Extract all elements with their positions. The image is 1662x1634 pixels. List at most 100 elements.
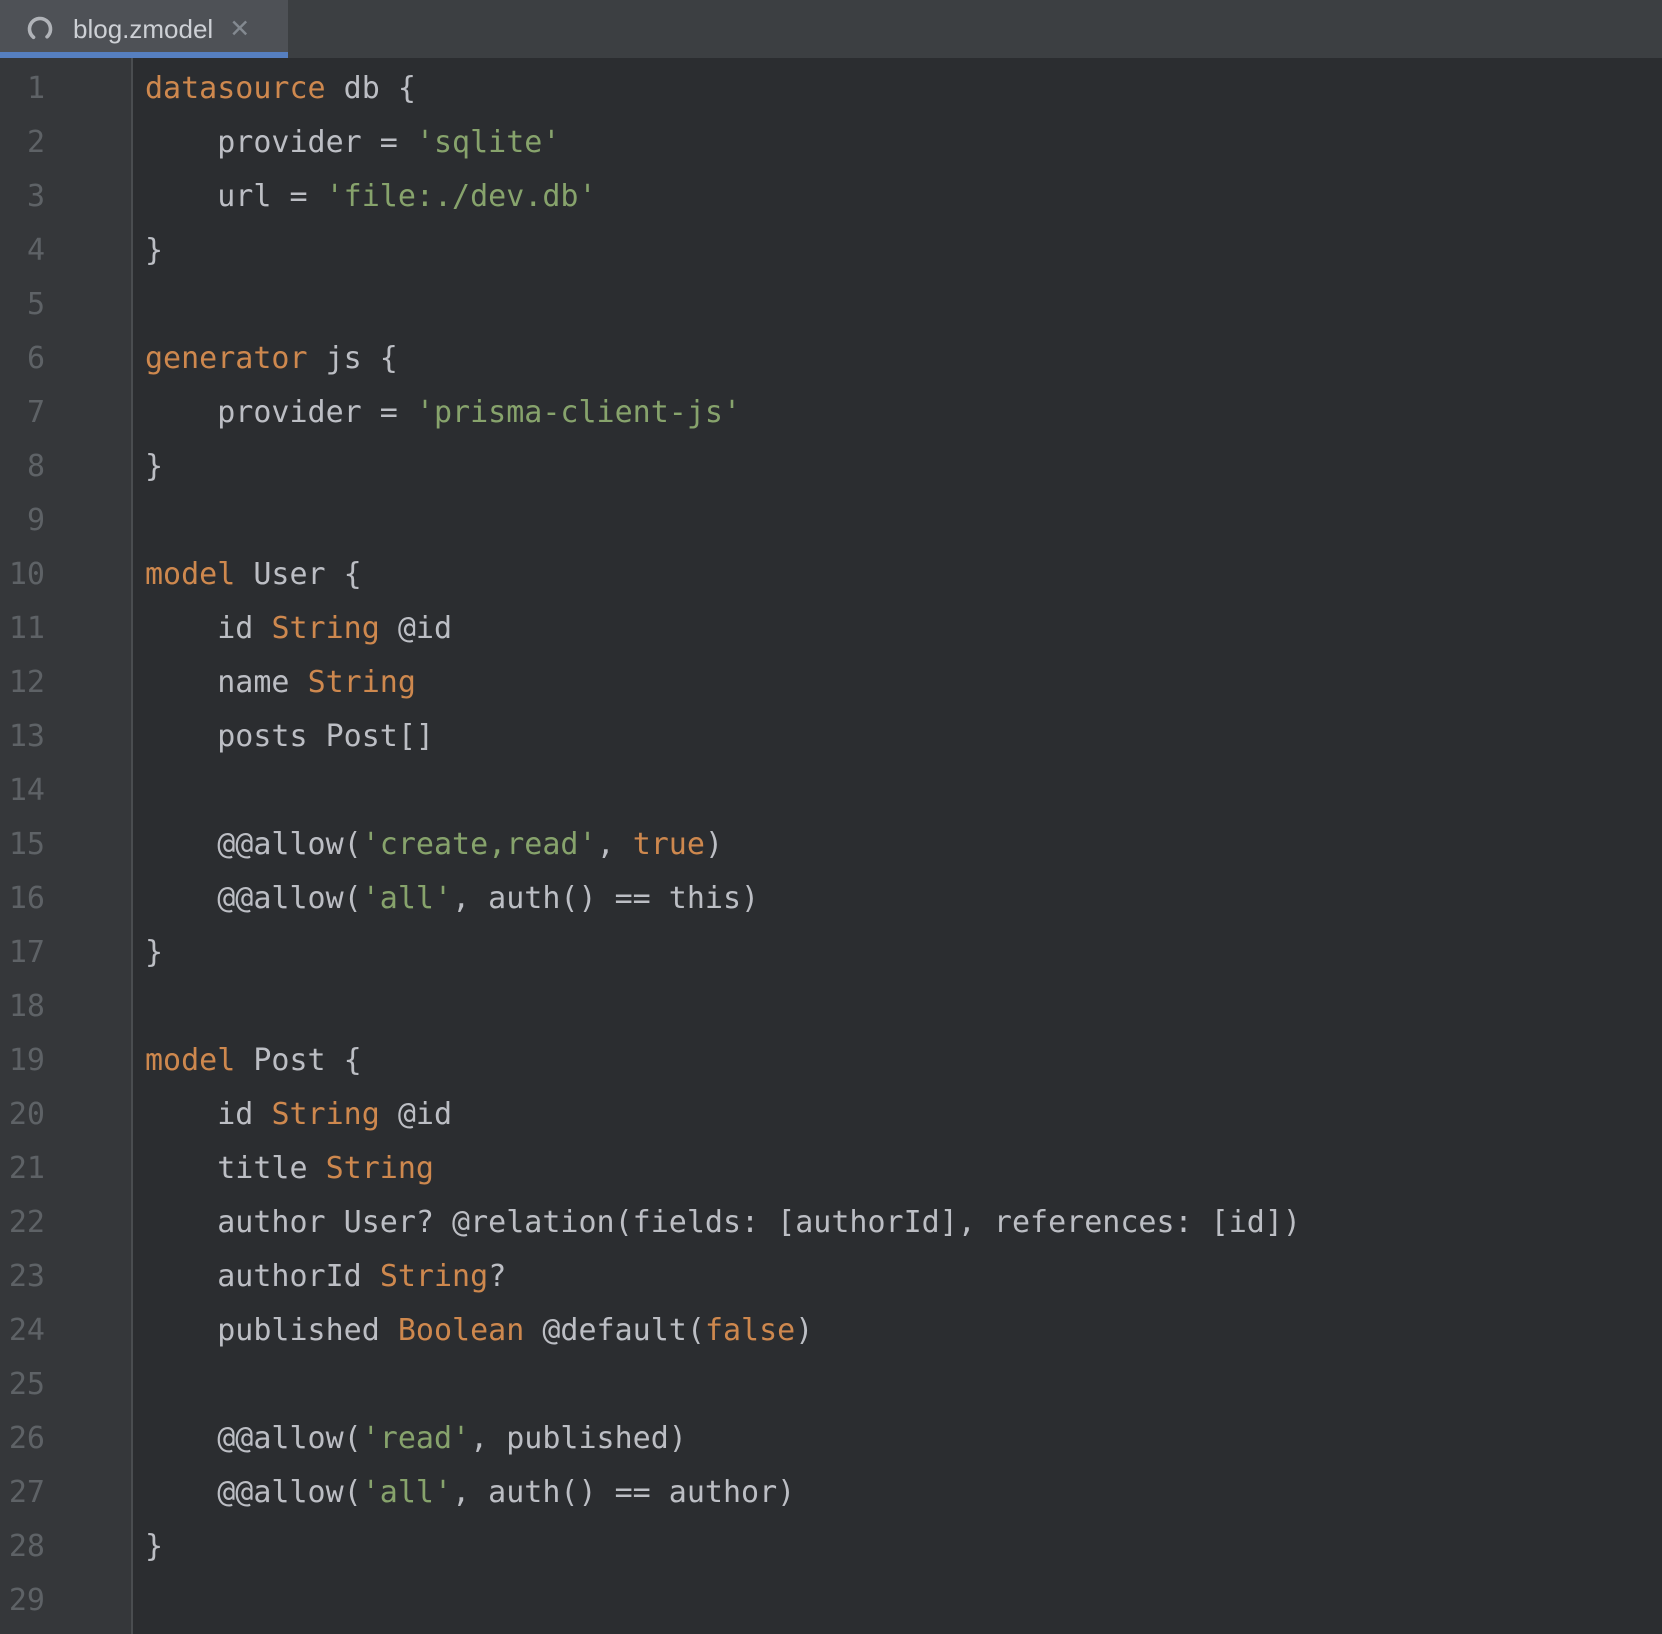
line-number: 6 (0, 332, 131, 386)
line-number: 28 (0, 1520, 131, 1574)
line-number: 7 (0, 386, 131, 440)
close-icon[interactable]: ✕ (229, 17, 250, 42)
code-token-kw: String (326, 1151, 434, 1186)
code-token-def: provider = (145, 395, 416, 430)
line-number: 26 (0, 1412, 131, 1466)
code-token-def: } (145, 1529, 163, 1564)
line-number: 12 (0, 656, 131, 710)
code-token-kw: String (271, 1097, 379, 1132)
code-token-kw: model (145, 1043, 235, 1078)
code-token-str: 'file:./dev.db' (326, 179, 597, 214)
code-token-kw: false (705, 1313, 795, 1348)
code-line[interactable]: model Post { (145, 1034, 1662, 1088)
code-line[interactable] (145, 494, 1662, 548)
zmodel-file-icon (25, 14, 55, 44)
line-number: 18 (0, 980, 131, 1034)
code-token-def: @@allow( (145, 881, 362, 916)
code-token-str: 'prisma-client-js' (416, 395, 741, 430)
code-token-def: , auth() == author) (452, 1475, 795, 1510)
code-line[interactable]: @@allow('read', published) (145, 1412, 1662, 1466)
code-line[interactable] (145, 278, 1662, 332)
code-token-str: 'sqlite' (416, 125, 561, 160)
code-line[interactable]: @@allow('create,read', true) (145, 818, 1662, 872)
code-token-str: 'all' (362, 881, 452, 916)
code-line[interactable]: authorId String? (145, 1250, 1662, 1304)
code-line[interactable]: posts Post[] (145, 710, 1662, 764)
code-token-kw: generator (145, 341, 308, 376)
code-token-kw: String (271, 611, 379, 646)
code-token-def: } (145, 233, 163, 268)
code-token-def: id (145, 1097, 271, 1132)
code-line[interactable]: model User { (145, 548, 1662, 602)
code-line[interactable]: published Boolean @default(false) (145, 1304, 1662, 1358)
line-number: 4 (0, 224, 131, 278)
code-token-def: @default( (524, 1313, 705, 1348)
code-token-kw: datasource (145, 71, 326, 106)
code-token-def: @@allow( (145, 827, 362, 862)
code-token-def: author User? @relation(fields: [authorId… (145, 1205, 1301, 1240)
code-line[interactable]: } (145, 440, 1662, 494)
code-token-def: name (145, 665, 308, 700)
line-number: 29 (0, 1574, 131, 1628)
line-number: 8 (0, 440, 131, 494)
code-token-def: @@allow( (145, 1421, 362, 1456)
code-token-kw: model (145, 557, 235, 592)
code-line[interactable]: provider = 'sqlite' (145, 116, 1662, 170)
line-number: 15 (0, 818, 131, 872)
line-number: 10 (0, 548, 131, 602)
code-line[interactable]: } (145, 926, 1662, 980)
gutter: 1234567891011121314151617181920212223242… (0, 58, 133, 1634)
code-token-def: , published) (470, 1421, 687, 1456)
line-number: 19 (0, 1034, 131, 1088)
code-line[interactable]: provider = 'prisma-client-js' (145, 386, 1662, 440)
code-line[interactable]: title String (145, 1142, 1662, 1196)
code-line[interactable]: url = 'file:./dev.db' (145, 170, 1662, 224)
code-editor[interactable]: 1234567891011121314151617181920212223242… (0, 58, 1662, 1634)
code-line[interactable]: @@allow('all', auth() == this) (145, 872, 1662, 926)
line-number: 20 (0, 1088, 131, 1142)
code-token-def: , auth() == this) (452, 881, 759, 916)
code-line[interactable]: } (145, 1520, 1662, 1574)
code-line[interactable]: @@allow('all', auth() == author) (145, 1466, 1662, 1520)
line-number: 24 (0, 1304, 131, 1358)
code-line[interactable]: author User? @relation(fields: [authorId… (145, 1196, 1662, 1250)
code-line[interactable] (145, 764, 1662, 818)
line-number: 22 (0, 1196, 131, 1250)
code-line[interactable]: id String @id (145, 602, 1662, 656)
code-token-def: @id (380, 1097, 452, 1132)
code-token-def: published (145, 1313, 398, 1348)
code-line[interactable] (145, 1358, 1662, 1412)
code-token-def: } (145, 449, 163, 484)
line-number: 3 (0, 170, 131, 224)
code-token-kw: true (633, 827, 705, 862)
code-line[interactable]: datasource db { (145, 62, 1662, 116)
line-number: 9 (0, 494, 131, 548)
code-token-def: id (145, 611, 271, 646)
code-token-def: posts Post[] (145, 719, 434, 754)
code-token-def: Post { (235, 1043, 361, 1078)
code-token-str: 'read' (362, 1421, 470, 1456)
line-number: 21 (0, 1142, 131, 1196)
code-token-def: ) (795, 1313, 813, 1348)
code-line[interactable] (145, 1574, 1662, 1628)
code-token-def: ? (488, 1259, 506, 1294)
tab-title: blog.zmodel (73, 14, 213, 45)
code-line[interactable]: } (145, 224, 1662, 278)
code-token-def: User { (235, 557, 361, 592)
code-token-def: , (597, 827, 633, 862)
code-line[interactable]: generator js { (145, 332, 1662, 386)
line-number: 25 (0, 1358, 131, 1412)
code-token-def: ) (705, 827, 723, 862)
line-number: 1 (0, 62, 131, 116)
code-token-def: } (145, 935, 163, 970)
editor-tab-bar: blog.zmodel ✕ (0, 0, 1662, 58)
code-line[interactable]: id String @id (145, 1088, 1662, 1142)
line-number: 11 (0, 602, 131, 656)
code-area[interactable]: datasource db { provider = 'sqlite' url … (133, 58, 1662, 1634)
tab-blog-zmodel[interactable]: blog.zmodel ✕ (0, 0, 288, 58)
code-line[interactable] (145, 980, 1662, 1034)
line-number: 2 (0, 116, 131, 170)
code-line[interactable]: name String (145, 656, 1662, 710)
line-number: 5 (0, 278, 131, 332)
line-number: 23 (0, 1250, 131, 1304)
